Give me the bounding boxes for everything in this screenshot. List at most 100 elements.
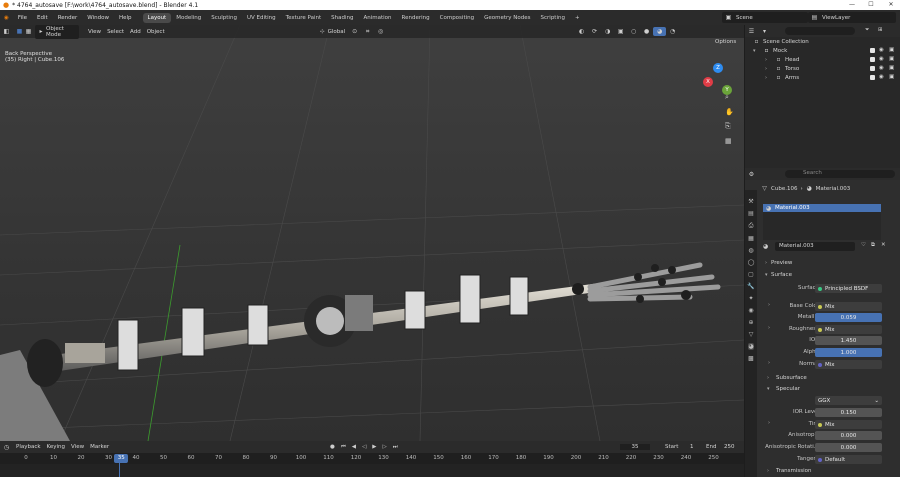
material-tab-icon[interactable]: ◕ xyxy=(748,343,754,350)
tab-texture-paint[interactable]: Texture Paint xyxy=(281,13,327,23)
properties-search-input[interactable]: Search xyxy=(785,170,895,178)
visibility-button[interactable]: ◐ xyxy=(575,27,588,36)
overlay-toggle-button[interactable]: ◑ xyxy=(601,27,614,36)
camera-icon[interactable]: ▣ xyxy=(889,47,894,53)
tab-compositing[interactable]: Compositing xyxy=(435,13,479,23)
output-tab-icon[interactable]: ⎙ xyxy=(749,222,754,230)
texture-tab-icon[interactable]: ▩ xyxy=(748,355,754,362)
transmission-panel-header[interactable]: › Transmission xyxy=(757,465,812,476)
properties-editor-type-button[interactable]: ⚙ xyxy=(745,170,758,179)
camera-icon[interactable]: ▣ xyxy=(889,74,894,80)
pivot-button[interactable]: ⊙ xyxy=(348,27,361,36)
eye-icon[interactable]: ◉ xyxy=(879,74,884,80)
jump-start-icon[interactable]: ⏮ xyxy=(341,444,346,451)
viewport-menu-object[interactable]: Object xyxy=(144,28,168,36)
modifier-tab-icon[interactable]: 🔧 xyxy=(747,283,754,290)
outliner-item-mock[interactable]: ▾ ▫ Mock ◉ ▣ xyxy=(745,46,900,55)
surface-shader-selector[interactable]: Principled BSDF xyxy=(815,284,882,293)
menu-edit[interactable]: Edit xyxy=(32,15,53,21)
outliner-item-torso[interactable]: › ▫ Torso ◉ ▣ xyxy=(745,64,900,73)
snap-button[interactable]: ⌗ xyxy=(361,27,374,36)
play-icon[interactable]: ▶ xyxy=(372,444,376,451)
timeline-menu-view[interactable]: View xyxy=(68,443,87,451)
alpha-slider[interactable]: 1.000 xyxy=(815,348,882,357)
next-key-icon[interactable]: ▷ xyxy=(382,444,386,451)
shading-solid-button[interactable]: ● xyxy=(640,27,653,36)
base-color-link[interactable]: Mix xyxy=(815,302,882,311)
add-workspace-button[interactable]: + xyxy=(570,13,585,23)
subsurface-panel-header[interactable]: › Subsurface xyxy=(757,372,807,383)
exclude-checkbox[interactable] xyxy=(870,48,875,53)
pan-hand-icon[interactable]: ✋ xyxy=(725,108,734,116)
eye-icon[interactable]: ◉ xyxy=(879,65,884,71)
tab-geometry-nodes[interactable]: Geometry Nodes xyxy=(479,13,535,23)
tab-modeling[interactable]: Modeling xyxy=(171,13,206,23)
options-button[interactable]: Options xyxy=(715,39,736,45)
tab-sculpting[interactable]: Sculpting xyxy=(206,13,242,23)
prev-key-icon[interactable]: ◀ xyxy=(352,444,356,451)
tab-scripting[interactable]: Scripting xyxy=(536,13,570,23)
menu-file[interactable]: File xyxy=(13,15,32,21)
scene-selector[interactable]: ▣ Scene xyxy=(722,12,808,23)
shading-wireframe-button[interactable]: ○ xyxy=(627,27,640,36)
timeline-ruler[interactable]: 0 10 20 30 40 50 60 70 80 90 100 110 120 130 140 150 160… xyxy=(0,453,744,464)
minimize-button[interactable]: — xyxy=(845,0,859,10)
tint-link[interactable]: Mix xyxy=(815,420,882,429)
new-collection-icon[interactable]: ⊞ xyxy=(878,27,883,33)
gizmo-x-axis[interactable]: X xyxy=(703,77,713,87)
expand-chevron-icon[interactable]: › xyxy=(765,75,767,81)
outliner-editor-type-button[interactable]: ☰ xyxy=(745,27,758,36)
anisotropic-rotation-field[interactable]: 0.000 xyxy=(815,443,882,452)
eye-icon[interactable]: ◉ xyxy=(879,47,884,53)
viewport-menu-select[interactable]: Select xyxy=(104,28,127,36)
mode-selector[interactable]: ▸ Object Mode xyxy=(35,25,79,39)
browse-material-icon[interactable]: ◕ xyxy=(762,243,769,250)
material-name-field[interactable]: Material.003 xyxy=(775,242,855,251)
zoom-icon[interactable]: ⌕ xyxy=(725,93,734,102)
perspective-grid-icon[interactable]: ▦ xyxy=(725,137,734,145)
surface-panel-header[interactable]: ▾ Surface xyxy=(757,269,792,280)
expand-chevron-icon[interactable]: › xyxy=(765,66,767,72)
timeline-menu-playback[interactable]: Playback xyxy=(13,443,44,451)
camera-view-icon[interactable]: ⎘ xyxy=(725,122,734,131)
camera-icon[interactable]: ▣ xyxy=(889,56,894,62)
tool-tab-icon[interactable]: ⚒ xyxy=(748,198,753,205)
exclude-checkbox[interactable] xyxy=(870,66,875,71)
xray-button[interactable]: ▣ xyxy=(614,27,627,36)
exclude-checkbox[interactable] xyxy=(870,75,875,80)
timeline-menu-marker[interactable]: Marker xyxy=(87,443,112,451)
viewport-3d[interactable]: ◧ ■ ▦ ▸ Object Mode View Select Add Object… xyxy=(0,25,744,441)
tangent-link[interactable]: Default xyxy=(815,455,882,464)
outliner-item-arms[interactable]: › ▫ Arms ◉ ▣ xyxy=(745,73,900,82)
outliner-search-input[interactable] xyxy=(785,27,855,35)
tab-shading[interactable]: Shading xyxy=(326,13,358,23)
expand-chevron-icon[interactable]: › xyxy=(765,57,767,63)
outliner-scene-collection[interactable]: ▫ Scene Collection xyxy=(745,37,900,46)
distribution-dropdown[interactable]: GGX ⌄ xyxy=(815,396,882,405)
menu-help[interactable]: Help xyxy=(114,15,137,21)
select-mode-buttons[interactable]: ■ ▦ xyxy=(13,27,35,36)
viewport-menu-view[interactable]: View xyxy=(85,28,104,36)
view-layer-tab-icon[interactable]: ▦ xyxy=(748,235,754,242)
view-layer-selector[interactable]: ▤ ViewLayer xyxy=(808,12,896,23)
specular-panel-header[interactable]: ▾ Specular xyxy=(757,383,800,394)
timeline-menu-keying[interactable]: Keying xyxy=(44,443,68,451)
timeline-editor-type-button[interactable]: ◷ xyxy=(0,443,13,452)
physics-tab-icon[interactable]: ◉ xyxy=(748,307,753,314)
metallic-slider[interactable]: 0.059 xyxy=(815,313,882,322)
jump-end-icon[interactable]: ⏭ xyxy=(393,444,398,451)
gizmo-toggle-button[interactable]: ⟳ xyxy=(588,27,601,36)
render-tab-icon[interactable]: ▤ xyxy=(748,210,754,217)
tab-layout[interactable]: Layout xyxy=(142,12,172,23)
world-tab-icon[interactable]: ◯ xyxy=(748,259,755,266)
anisotropic-field[interactable]: 0.000 xyxy=(815,431,882,440)
ior-field[interactable]: 1.450 xyxy=(815,336,882,345)
start-frame-field[interactable]: 1 xyxy=(690,444,694,450)
eye-icon[interactable]: ◉ xyxy=(879,56,884,62)
camera-icon[interactable]: ▣ xyxy=(889,65,894,71)
ior-level-field[interactable]: 0.150 xyxy=(815,408,882,417)
viewport-menu-add[interactable]: Add xyxy=(127,28,144,36)
data-tab-icon[interactable]: ▽ xyxy=(749,331,754,338)
filter-icon[interactable]: ⏷ xyxy=(865,27,869,34)
object-tab-icon[interactable]: ▢ xyxy=(748,271,754,278)
